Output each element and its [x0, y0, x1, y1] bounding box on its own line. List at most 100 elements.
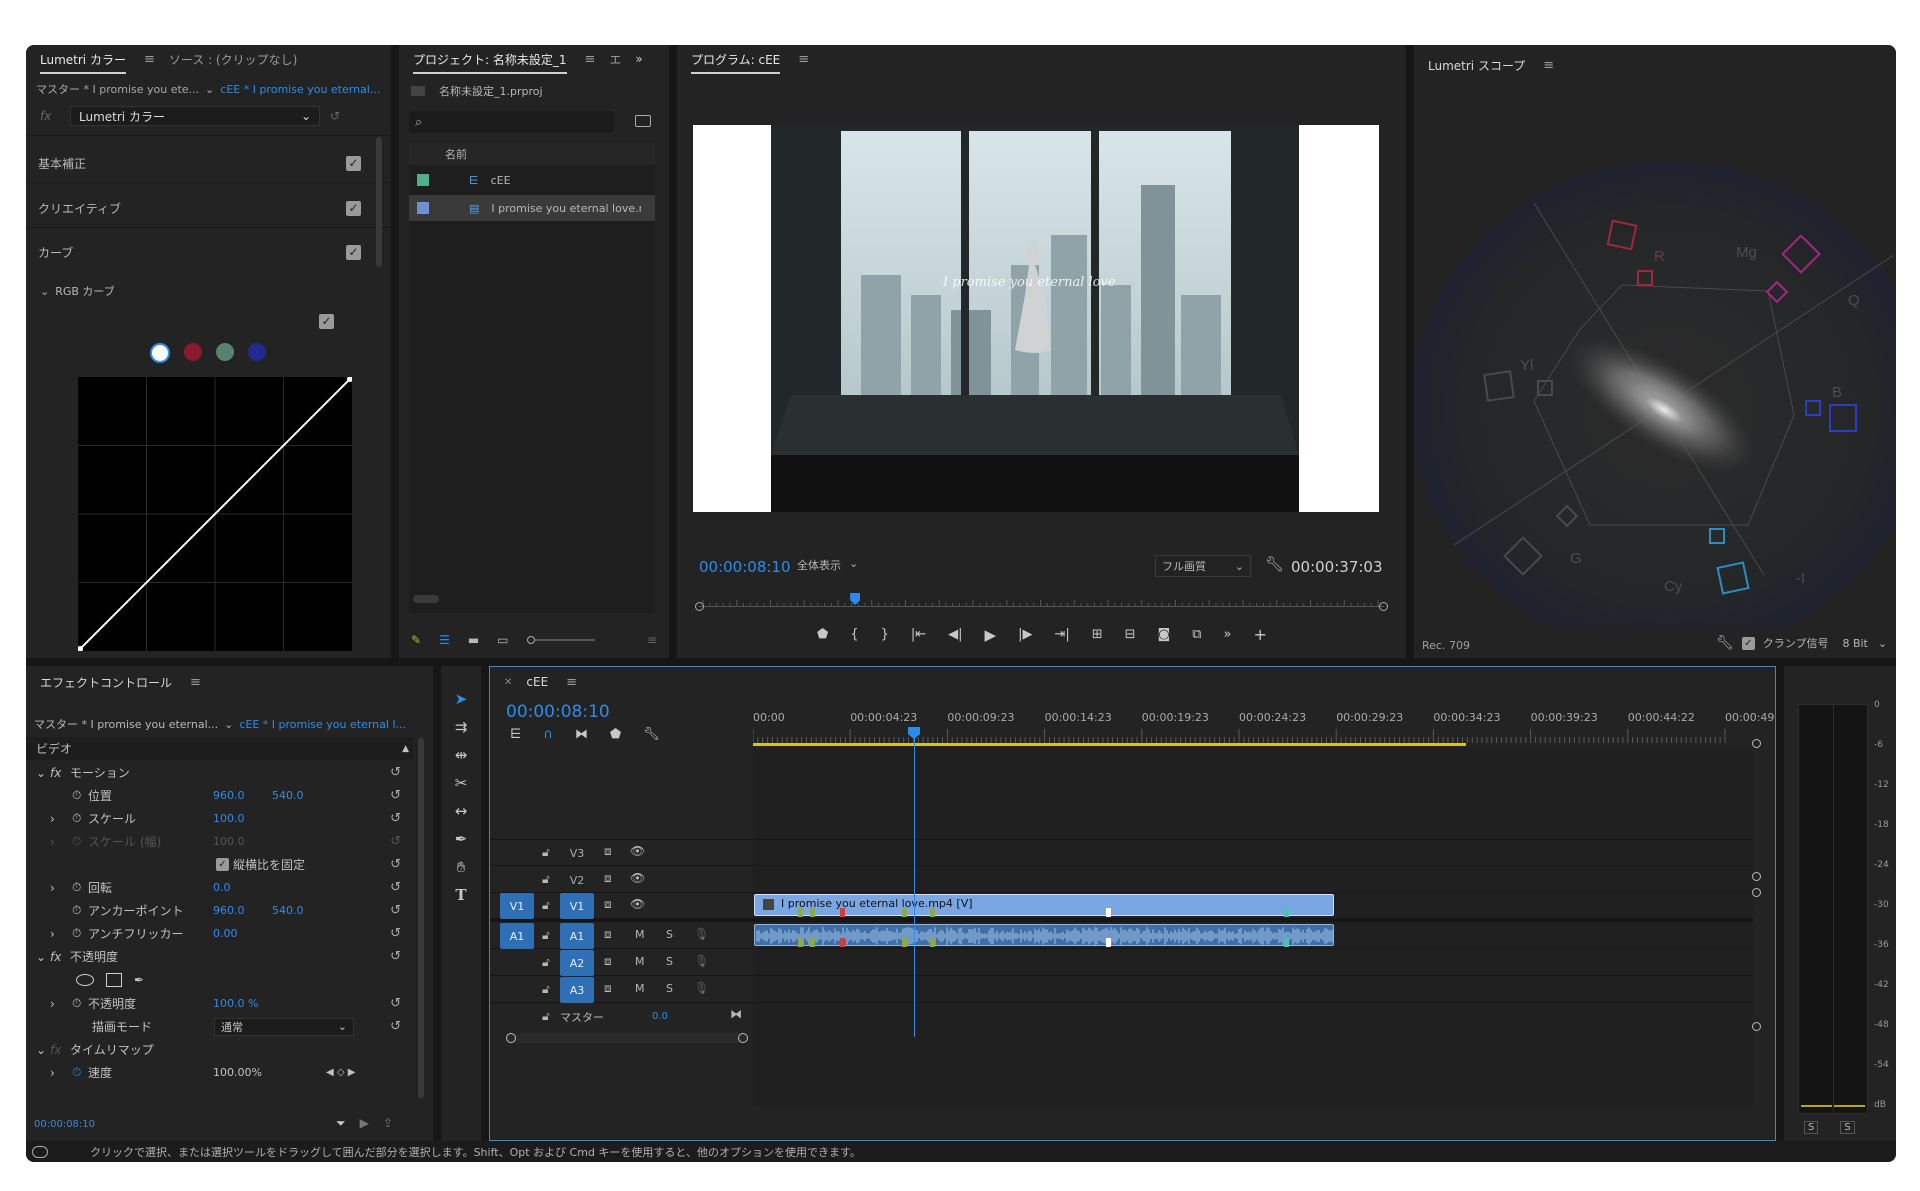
speed-value[interactable]: 100.00% [213, 1066, 262, 1079]
chevron-right-icon[interactable]: › [50, 812, 72, 826]
reset-icon[interactable]: ↺ [390, 949, 401, 964]
panel-menu-icon[interactable]: ≡ [798, 52, 809, 67]
export-frame-icon[interactable]: ◙ [1158, 627, 1171, 642]
lock-icon[interactable]: 🔓︎ [542, 898, 550, 913]
solo-button[interactable]: S [666, 955, 673, 968]
bit-depth-dropdown[interactable]: 8 Bit ⌄ [1842, 637, 1887, 650]
chevron-right-icon[interactable]: › [50, 1066, 72, 1080]
position-y-value[interactable]: 540.0 [272, 789, 304, 802]
section-curves[interactable]: カーブ ✓ [26, 237, 391, 267]
master-volume-value[interactable]: 0.0 [652, 1011, 668, 1022]
scale-value[interactable]: 100.0 [213, 812, 245, 825]
opacity-header-row[interactable]: ⌄ fx 不透明度 ↺ [26, 945, 413, 968]
scrollbar[interactable] [376, 137, 382, 267]
type-tool-icon[interactable]: T [455, 886, 466, 904]
freeform-view-icon[interactable]: ▭ [497, 633, 508, 647]
opacity-row[interactable]: › ⏱︎ 不透明度 100.0 % ↺ [26, 992, 413, 1015]
tab-lumetri-color[interactable]: Lumetri カラー [40, 51, 126, 74]
zoom-handle-v[interactable] [1752, 872, 1761, 881]
list-view-icon[interactable]: ☰ [439, 633, 450, 647]
chevron-down-icon[interactable]: ⌄ [205, 83, 214, 96]
add-marker-icon[interactable]: ⬟ [610, 727, 621, 742]
position-row[interactable]: ⏱︎ 位置 960.0 540.0 ↺ [26, 784, 413, 807]
extract-icon[interactable]: ⊟ [1125, 627, 1136, 642]
quality-dropdown[interactable]: フル画質 ⌄ [1155, 555, 1251, 577]
sync-lock-icon[interactable]: ⧈ [604, 871, 612, 886]
master-clip-label[interactable]: マスター * I promise you eternal... [34, 716, 218, 732]
horizontal-scrollbar[interactable] [506, 1033, 1750, 1043]
rgb-curve-header[interactable]: ⌄ RGB カーブ [26, 281, 391, 301]
channel-red[interactable] [184, 343, 202, 361]
microphone-icon[interactable]: 🎙︎ [694, 927, 709, 941]
new-bin-icon[interactable] [635, 115, 651, 127]
stopwatch-icon[interactable]: ⏱︎ [72, 811, 88, 826]
chevron-right-icon[interactable]: › [50, 997, 72, 1011]
rgb-curve-checkbox[interactable]: ✓ [319, 314, 334, 329]
step-back-icon[interactable]: ◀| [948, 627, 962, 642]
track-target-v2[interactable]: V2 [560, 867, 594, 893]
export-icon[interactable]: ⇪ [383, 1116, 393, 1131]
program-timecode[interactable]: 00:00:08:10 [699, 558, 791, 576]
speed-row[interactable]: › ⏱︎ 速度 100.00% ◀ ◇ ▶ [26, 1061, 413, 1084]
add-marker-icon[interactable]: ⬟ [817, 627, 828, 642]
antiflicker-row[interactable]: › ⏱︎ アンチフリッカー 0.00 ↺ [26, 922, 413, 945]
creative-cloud-icon[interactable] [32, 1145, 48, 1158]
tab-lumetri-scopes[interactable]: Lumetri スコープ [1428, 57, 1525, 74]
stopwatch-icon[interactable]: ⏱︎ [72, 903, 88, 918]
lock-icon[interactable]: 🔓︎ [542, 928, 550, 943]
mute-button[interactable]: M [635, 982, 645, 995]
search-input[interactable]: ⌕ [409, 111, 614, 133]
zoom-handle-a[interactable] [1752, 888, 1761, 897]
mark-in-icon[interactable]: { [850, 627, 858, 642]
step-forward-icon[interactable]: |▶ [1018, 627, 1032, 642]
sequence-clip-label[interactable]: cEE * I promise you eternal... [220, 83, 380, 96]
linked-selection-icon[interactable]: ⧓ [575, 727, 588, 742]
list-item[interactable]: ▤ I promise you eternal love.mp4 [409, 195, 655, 221]
fx-icon[interactable]: fx [50, 766, 70, 780]
chevron-right-icon[interactable]: › [50, 881, 72, 895]
ripple-edit-tool-icon[interactable]: ⇹ [455, 746, 468, 764]
lift-icon[interactable]: ⊞ [1092, 627, 1103, 642]
tab-project[interactable]: プロジェクト: 名称未設定_1 [413, 51, 567, 74]
timeline-timecode[interactable]: 00:00:08:10 [506, 702, 610, 722]
section-checkbox[interactable]: ✓ [346, 200, 361, 216]
motion-row[interactable]: ⌄ fx モーション ↺ [26, 761, 413, 784]
video-frame[interactable]: I promise you eternal love [693, 125, 1379, 512]
nest-icon[interactable]: ⋿ [510, 727, 521, 742]
lock-icon[interactable]: 🔓︎ [542, 955, 550, 970]
chevron-down-icon[interactable]: ⌄ [224, 718, 233, 731]
chevron-down-icon[interactable]: ⌄ [36, 766, 50, 780]
mute-button[interactable]: M [635, 955, 645, 968]
vectorscope[interactable]: R Mg Q B Cy -I G Yl [1414, 105, 1896, 625]
channel-blue[interactable] [248, 343, 266, 361]
icon-view-icon[interactable]: ▬ [468, 633, 479, 647]
position-x-value[interactable]: 960.0 [213, 789, 245, 802]
reset-icon[interactable]: ↺ [390, 857, 401, 872]
track-target-a1[interactable]: A1 [560, 923, 594, 949]
chevron-down-icon[interactable]: ⌄ [36, 1043, 50, 1057]
keyframe-nav[interactable]: ◀ ◇ ▶ [326, 1067, 355, 1078]
track-target-v1[interactable]: V1 [560, 893, 594, 919]
reset-icon[interactable]: ↺ [390, 765, 401, 780]
reset-icon[interactable]: ↺ [390, 788, 401, 803]
section-checkbox[interactable]: ✓ [346, 155, 361, 171]
panel-menu-icon[interactable]: ≡ [647, 633, 657, 647]
program-scrub-bar[interactable] [695, 593, 1388, 611]
blend-mode-dropdown[interactable]: 通常 ⌄ [214, 1017, 354, 1036]
eye-icon[interactable]: 👁︎ [630, 871, 645, 885]
tab-source[interactable]: ソース : (クリップなし) [169, 51, 297, 68]
channel-green[interactable] [216, 343, 234, 361]
section-creative[interactable]: クリエイティブ ✓ [26, 193, 391, 223]
play-icon[interactable]: ▶ [985, 626, 997, 644]
panel-menu-icon[interactable]: ≡ [585, 52, 596, 67]
reset-icon[interactable]: ↺ [390, 903, 401, 918]
stopwatch-icon[interactable]: ⏱︎ [72, 1065, 88, 1080]
ellipse-mask-icon[interactable] [76, 973, 94, 986]
zoom-handle-top[interactable] [1752, 739, 1761, 748]
reset-icon[interactable]: ↺ [390, 880, 401, 895]
go-to-out-icon[interactable]: ⇥| [1054, 627, 1069, 642]
lock-icon[interactable]: 🔓︎ [542, 982, 550, 997]
stopwatch-icon[interactable]: ⏱︎ [72, 788, 88, 803]
eye-icon[interactable]: 👁︎ [630, 844, 645, 858]
mark-out-icon[interactable]: } [881, 627, 889, 642]
